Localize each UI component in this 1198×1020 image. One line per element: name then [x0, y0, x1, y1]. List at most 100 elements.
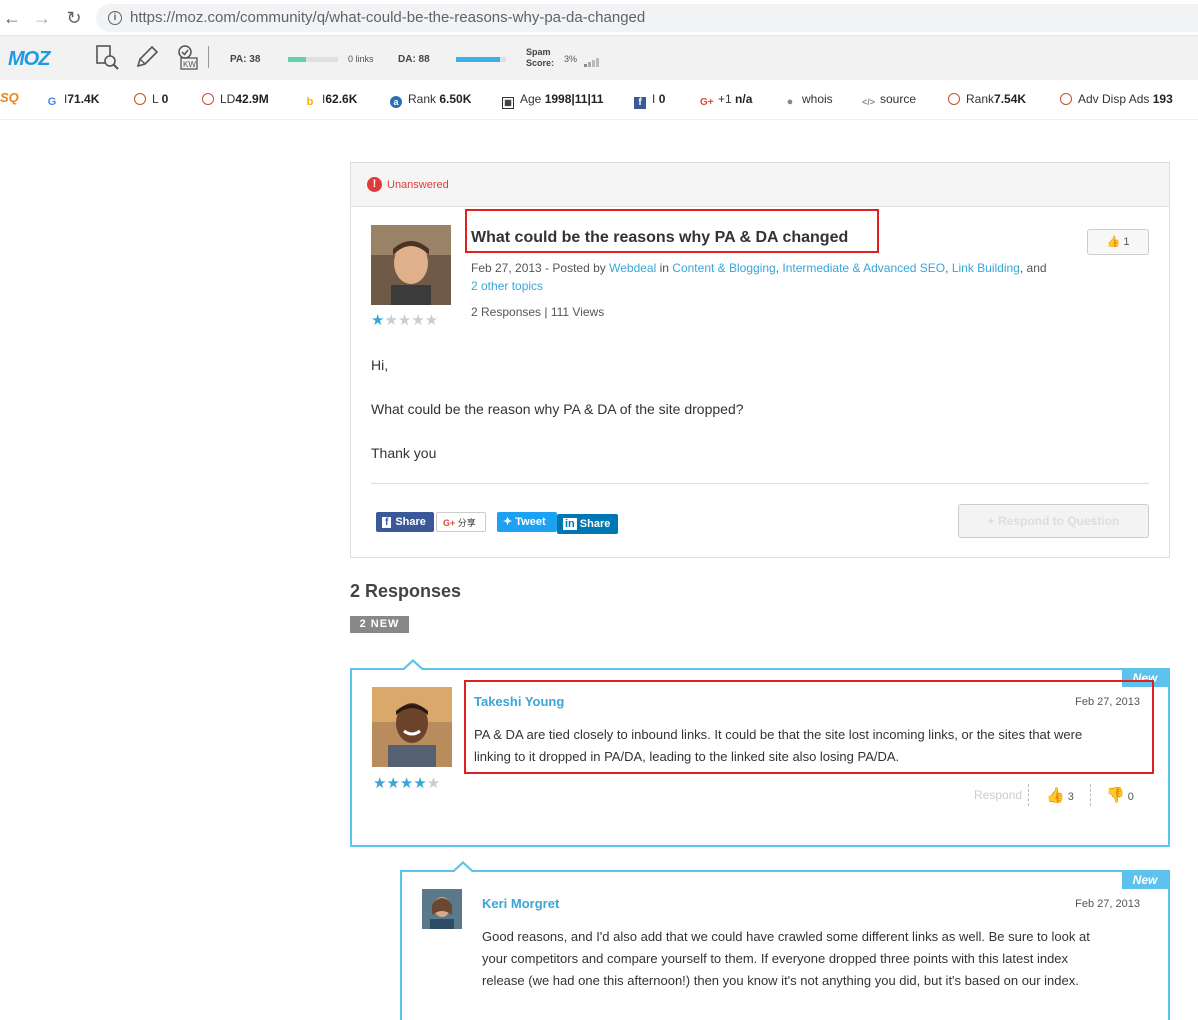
- facebook-share-button[interactable]: f Share: [376, 512, 434, 532]
- calendar-icon: ▦: [502, 97, 514, 109]
- responses-heading: 2 Responses: [350, 581, 462, 601]
- rank-ring-icon: [948, 93, 960, 105]
- ads-ring-icon: [1060, 93, 1072, 105]
- divider: [371, 483, 1149, 484]
- google-index-item[interactable]: G I71.4K: [46, 92, 100, 108]
- alert-icon: !: [367, 177, 382, 192]
- highlight-box: [465, 209, 879, 253]
- gplus-icon: G+: [443, 518, 456, 528]
- toolbar-divider: [208, 46, 209, 68]
- upvote-button[interactable]: 👍 3: [1046, 786, 1074, 804]
- info-icon[interactable]: i: [108, 11, 122, 25]
- highlight-box: [464, 680, 1154, 774]
- avatar[interactable]: [422, 889, 462, 929]
- page-analysis-icon[interactable]: [94, 44, 120, 70]
- card-notch: [453, 864, 473, 873]
- facebook-icon: f: [382, 517, 392, 528]
- address-bar[interactable]: i https://moz.com/community/q/what-could…: [96, 4, 1198, 32]
- question-meta: Feb 27, 2013 - Posted by Webdeal in Cont…: [471, 261, 1047, 293]
- new-tag: New: [1122, 872, 1168, 889]
- spam-label: Spam: [526, 47, 551, 57]
- respond-to-question-button[interactable]: + Respond to Question: [958, 504, 1149, 538]
- author-name[interactable]: Keri Morgret: [482, 896, 559, 911]
- gplus-share-button[interactable]: G+ 分享: [436, 512, 486, 532]
- thumbs-down-icon: 👎: [1106, 787, 1125, 804]
- gplus-item[interactable]: G+ +1 n/a: [700, 92, 752, 109]
- linking-domains-item[interactable]: LD42.9M: [202, 92, 269, 106]
- avatar[interactable]: [372, 687, 452, 767]
- seo-toolbar: SQ G I71.4K L 0 LD42.9M b I62.6K a Rank 6.5…: [0, 80, 1198, 120]
- moz-ring-icon: [134, 93, 146, 105]
- divider: [1090, 784, 1091, 806]
- linkedin-share-button[interactable]: in Share: [557, 514, 618, 534]
- avatar[interactable]: [371, 225, 451, 305]
- author-link[interactable]: Webdeal: [609, 261, 656, 275]
- facebook-item[interactable]: fI 0: [634, 92, 665, 109]
- spam-value: 3%: [564, 54, 578, 64]
- bing-index-item[interactable]: b I62.6K: [304, 92, 358, 108]
- seoquake-icon[interactable]: SQ: [0, 90, 19, 105]
- question-status-bar: ! Unanswered: [351, 163, 1169, 207]
- reply-card: New Keri Morgret Feb 27, 2013 Good reaso…: [400, 861, 1170, 1020]
- other-topics-link[interactable]: 2 other topics: [471, 279, 543, 293]
- response-text-line: Good reasons, and I'd also add that we c…: [482, 929, 1090, 944]
- mozbar: MOZ KW PA: 38 0 links DA: 88 Spam Score:…: [0, 36, 1198, 80]
- links-item[interactable]: L 0: [134, 92, 168, 106]
- moz-ring-icon: [202, 93, 214, 105]
- svg-text:KW: KW: [183, 60, 196, 69]
- links-label[interactable]: 0 links: [348, 54, 374, 64]
- question-card: ! Unanswered ★★★★★ What could be the rea…: [350, 162, 1170, 558]
- response-date: Feb 27, 2013: [1075, 898, 1140, 910]
- response-card: New ★★★★★ Takeshi Young Feb 27, 2013 PA …: [350, 659, 1170, 847]
- topic-link[interactable]: Link Building: [952, 261, 1020, 275]
- responses-views: 2 Responses | 111 Views: [471, 305, 605, 319]
- pa-bar: [288, 57, 338, 62]
- domain-age-item[interactable]: ▦ Age 1998|11|11: [502, 92, 603, 109]
- like-button[interactable]: 👍 1: [1087, 229, 1149, 255]
- user-rating: ★★★★★: [371, 312, 439, 329]
- da-label: DA: 88: [398, 54, 430, 65]
- alexa-rank-item[interactable]: a Rank 6.50K: [390, 92, 471, 108]
- response-text-line: your competitors and compare yourself to…: [482, 951, 1069, 966]
- forward-icon[interactable]: →: [32, 8, 52, 28]
- rank-item[interactable]: Rank7.54K: [948, 92, 1026, 106]
- moz-logo[interactable]: MOZ: [8, 48, 50, 71]
- back-icon[interactable]: ←: [2, 8, 22, 28]
- browser-toolbar: ← → ↻ i https://moz.com/community/q/what…: [0, 0, 1198, 36]
- url-text[interactable]: https://moz.com/community/q/what-could-b…: [130, 9, 645, 26]
- twitter-icon: ✦: [503, 516, 513, 528]
- body-question: What could be the reason why PA & DA of …: [371, 401, 744, 417]
- divider: [1028, 784, 1029, 806]
- keyword-icon[interactable]: KW: [174, 44, 200, 70]
- whois-item[interactable]: ● whois: [784, 92, 833, 108]
- linkedin-icon: in: [563, 518, 577, 530]
- code-icon: </>: [862, 97, 876, 107]
- google-icon: G: [47, 96, 57, 108]
- user-rating: ★★★★★: [373, 775, 441, 792]
- facebook-icon: f: [634, 97, 646, 109]
- topic-link[interactable]: Intermediate & Advanced SEO: [782, 261, 945, 275]
- reload-icon[interactable]: ↻: [64, 8, 84, 28]
- status-badge: Unanswered: [387, 179, 449, 191]
- pencil-icon[interactable]: [134, 44, 160, 70]
- thumbs-up-icon: 👍: [1046, 787, 1065, 804]
- topic-link[interactable]: Content & Blogging: [672, 261, 775, 275]
- alexa-icon: a: [390, 96, 402, 108]
- downvote-button[interactable]: 👎 0: [1106, 786, 1134, 804]
- card-notch: [403, 662, 423, 671]
- body-greeting: Hi,: [371, 357, 389, 373]
- da-bar: [456, 57, 506, 62]
- respond-link[interactable]: Respond: [974, 788, 1022, 802]
- body-signoff: Thank you: [371, 445, 437, 461]
- gplus-icon: G+: [700, 97, 714, 108]
- tweet-button[interactable]: ✦ Tweet: [497, 512, 557, 532]
- source-item[interactable]: </> source: [862, 92, 916, 108]
- spam-bars-icon: [584, 54, 600, 72]
- spam-score-label: Score:: [526, 58, 555, 68]
- pa-label: PA: 38: [230, 54, 261, 65]
- ads-item[interactable]: Adv Disp Ads 193: [1060, 92, 1173, 106]
- bing-icon: b: [306, 96, 314, 108]
- response-text-line: release (we had one this afternoon!) the…: [482, 973, 1079, 988]
- new-count-badge: 2 NEW: [350, 616, 409, 633]
- person-icon: ●: [786, 96, 794, 108]
